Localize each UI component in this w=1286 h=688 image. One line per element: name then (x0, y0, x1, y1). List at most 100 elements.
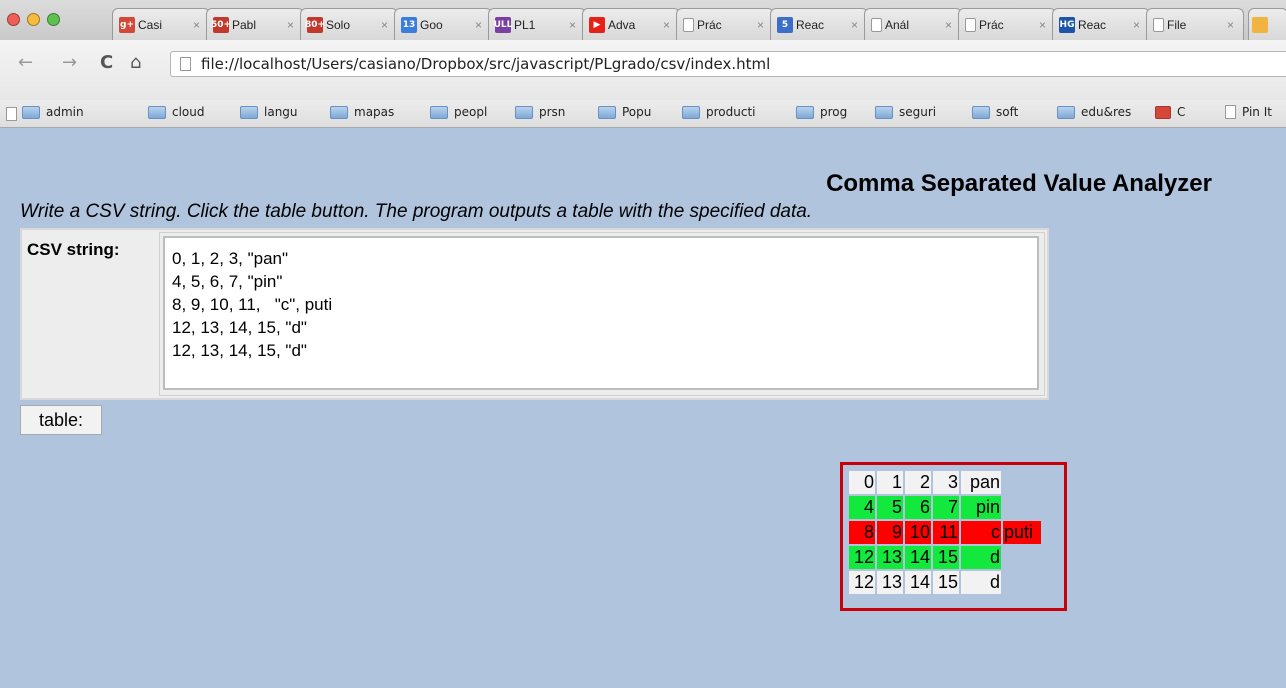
bookmark-label: soft (996, 105, 1019, 119)
page-icon (1153, 17, 1164, 32)
tab-strip: g+ Casi × 50+ Pabl × 80+ Solo × 13 Goo × ULL PL1 × ▶ Adv… (0, 0, 1286, 40)
table-button[interactable]: table: (20, 405, 102, 435)
bookmark-item[interactable]: Popu (598, 105, 651, 119)
csv-textarea[interactable] (163, 236, 1039, 390)
tab-label: File (1167, 17, 1187, 32)
bookmarks-bar: admin cloud langu mapas peopl prsn Popu product… (0, 100, 1286, 128)
bookmark-label: edu&res (1081, 105, 1132, 119)
folder-icon (1057, 105, 1075, 119)
tab-close-icon[interactable]: × (569, 18, 581, 32)
output-table-frame: 0 1 2 3 pan 4 5 6 7 pin 8 9 10 11 c puti 12 13 14 15 d 12 13 14… (840, 462, 1067, 611)
browser-tab[interactable]: HG Reac × (1052, 8, 1150, 40)
tab-close-icon[interactable]: × (851, 18, 863, 32)
output-cell: 1 (877, 471, 903, 494)
tab-close-icon[interactable]: × (757, 18, 769, 32)
csv-label: CSV string: (27, 240, 120, 259)
bookmark-item[interactable]: prog (796, 105, 847, 119)
hg-icon: HG (1059, 16, 1075, 33)
gmail-icon: 80+ (305, 16, 325, 33)
tab-label: Pabl (232, 17, 257, 32)
bookmark-item[interactable]: producti (682, 105, 756, 119)
overflow-tab[interactable] (1248, 8, 1286, 40)
tab-label: Reac (1078, 17, 1107, 32)
address-bar[interactable]: file://localhost/Users/casiano/Dropbox/s… (170, 51, 1286, 77)
bookmark-item[interactable]: admin (22, 105, 84, 119)
page-title: Comma Separated Value Analyzer (826, 170, 1212, 197)
output-cell: 6 (905, 496, 931, 519)
reload-button[interactable]: C (100, 52, 113, 73)
browser-tab[interactable]: Anál × (864, 8, 962, 40)
tab-close-icon[interactable]: × (1039, 18, 1051, 32)
browser-tab[interactable]: 50+ Pabl × (206, 8, 304, 40)
tab-close-icon[interactable]: × (663, 18, 675, 32)
output-cell: d (961, 546, 1001, 569)
page-icon (1225, 105, 1236, 119)
youtube-icon: ▶ (589, 16, 605, 33)
tab-close-icon[interactable]: × (1133, 18, 1145, 32)
tab-label: Prác (697, 17, 722, 32)
page-icon (180, 57, 191, 71)
bookmark-item[interactable]: edu&res (1057, 105, 1131, 119)
bookmark-label: cloud (172, 105, 205, 119)
tab-label: Anál (885, 17, 910, 32)
output-cell: 5 (877, 496, 903, 519)
tab-close-icon[interactable]: × (475, 18, 487, 32)
back-button[interactable]: ← (18, 52, 33, 73)
close-window-button[interactable] (7, 13, 20, 26)
output-cell: 15 (933, 546, 959, 569)
bookmark-label: prog (820, 105, 848, 119)
browser-tab[interactable]: 5 Reac × (770, 8, 868, 40)
bookmark-item[interactable]: seguri (875, 105, 936, 119)
browser-tab[interactable]: ▶ Adva × (582, 8, 680, 40)
output-cell: 14 (905, 546, 931, 569)
output-cell: pin (961, 496, 1001, 519)
tab-close-icon[interactable]: × (945, 18, 957, 32)
bookmark-item[interactable]: mapas (330, 105, 394, 119)
bookmark-label: Popu (622, 105, 652, 119)
output-cell: 12 (849, 571, 875, 594)
output-cell: 9 (877, 521, 903, 544)
forward-button[interactable]: → (62, 52, 77, 73)
folder-icon (240, 105, 258, 119)
csv-input-cell (159, 232, 1045, 396)
output-cell: 13 (877, 546, 903, 569)
tab-label: Goo (420, 17, 443, 32)
folder-icon (22, 105, 40, 119)
output-cell: c (961, 521, 1001, 544)
bookmark-label: prsn (539, 105, 566, 119)
tab-close-icon[interactable]: × (381, 18, 393, 32)
bookmark-item[interactable]: peopl (430, 105, 487, 119)
page-icon (871, 17, 882, 32)
bookmark-item[interactable]: prsn (515, 105, 565, 119)
bookmark-item[interactable]: cloud (148, 105, 205, 119)
output-cell: 7 (933, 496, 959, 519)
output-cell: 10 (905, 521, 931, 544)
browser-tab[interactable]: File × (1146, 8, 1244, 40)
bookmark-item[interactable]: C (1155, 105, 1185, 119)
browser-tab[interactable]: Prác × (958, 8, 1056, 40)
bookmark-label: Pin It (1242, 105, 1272, 119)
minimize-window-button[interactable] (27, 13, 40, 26)
browser-tab[interactable]: 13 Goo × (394, 8, 492, 40)
output-cell: 0 (849, 471, 875, 494)
bookmark-item[interactable]: soft (972, 105, 1018, 119)
tab-close-icon[interactable]: × (193, 18, 205, 32)
output-row-neutral: 12 13 14 15 d (849, 571, 1041, 594)
folder-icon (148, 105, 166, 119)
bookmark-label: C (1177, 105, 1186, 119)
browser-tab[interactable]: 80+ Solo × (300, 8, 398, 40)
tab-close-icon[interactable]: × (1227, 18, 1239, 32)
zoom-window-button[interactable] (47, 13, 60, 26)
output-cell: d (961, 571, 1001, 594)
home-button[interactable]: ⌂ (130, 52, 141, 73)
browser-tab[interactable]: g+ Casi × (112, 8, 210, 40)
browser-tab[interactable]: ULL PL1 × (488, 8, 586, 40)
bookmark-item[interactable]: Pin It (1225, 105, 1272, 119)
ull-icon: ULL (494, 16, 512, 33)
tab-close-icon[interactable]: × (287, 18, 299, 32)
browser-chrome: g+ Casi × 50+ Pabl × 80+ Solo × 13 Goo × ULL PL1 × ▶ Adv… (0, 0, 1286, 128)
bookmark-item[interactable]: langu (240, 105, 298, 119)
browser-tab[interactable]: Prác × (676, 8, 774, 40)
output-cell: 11 (933, 521, 959, 544)
folder-icon (515, 105, 533, 119)
